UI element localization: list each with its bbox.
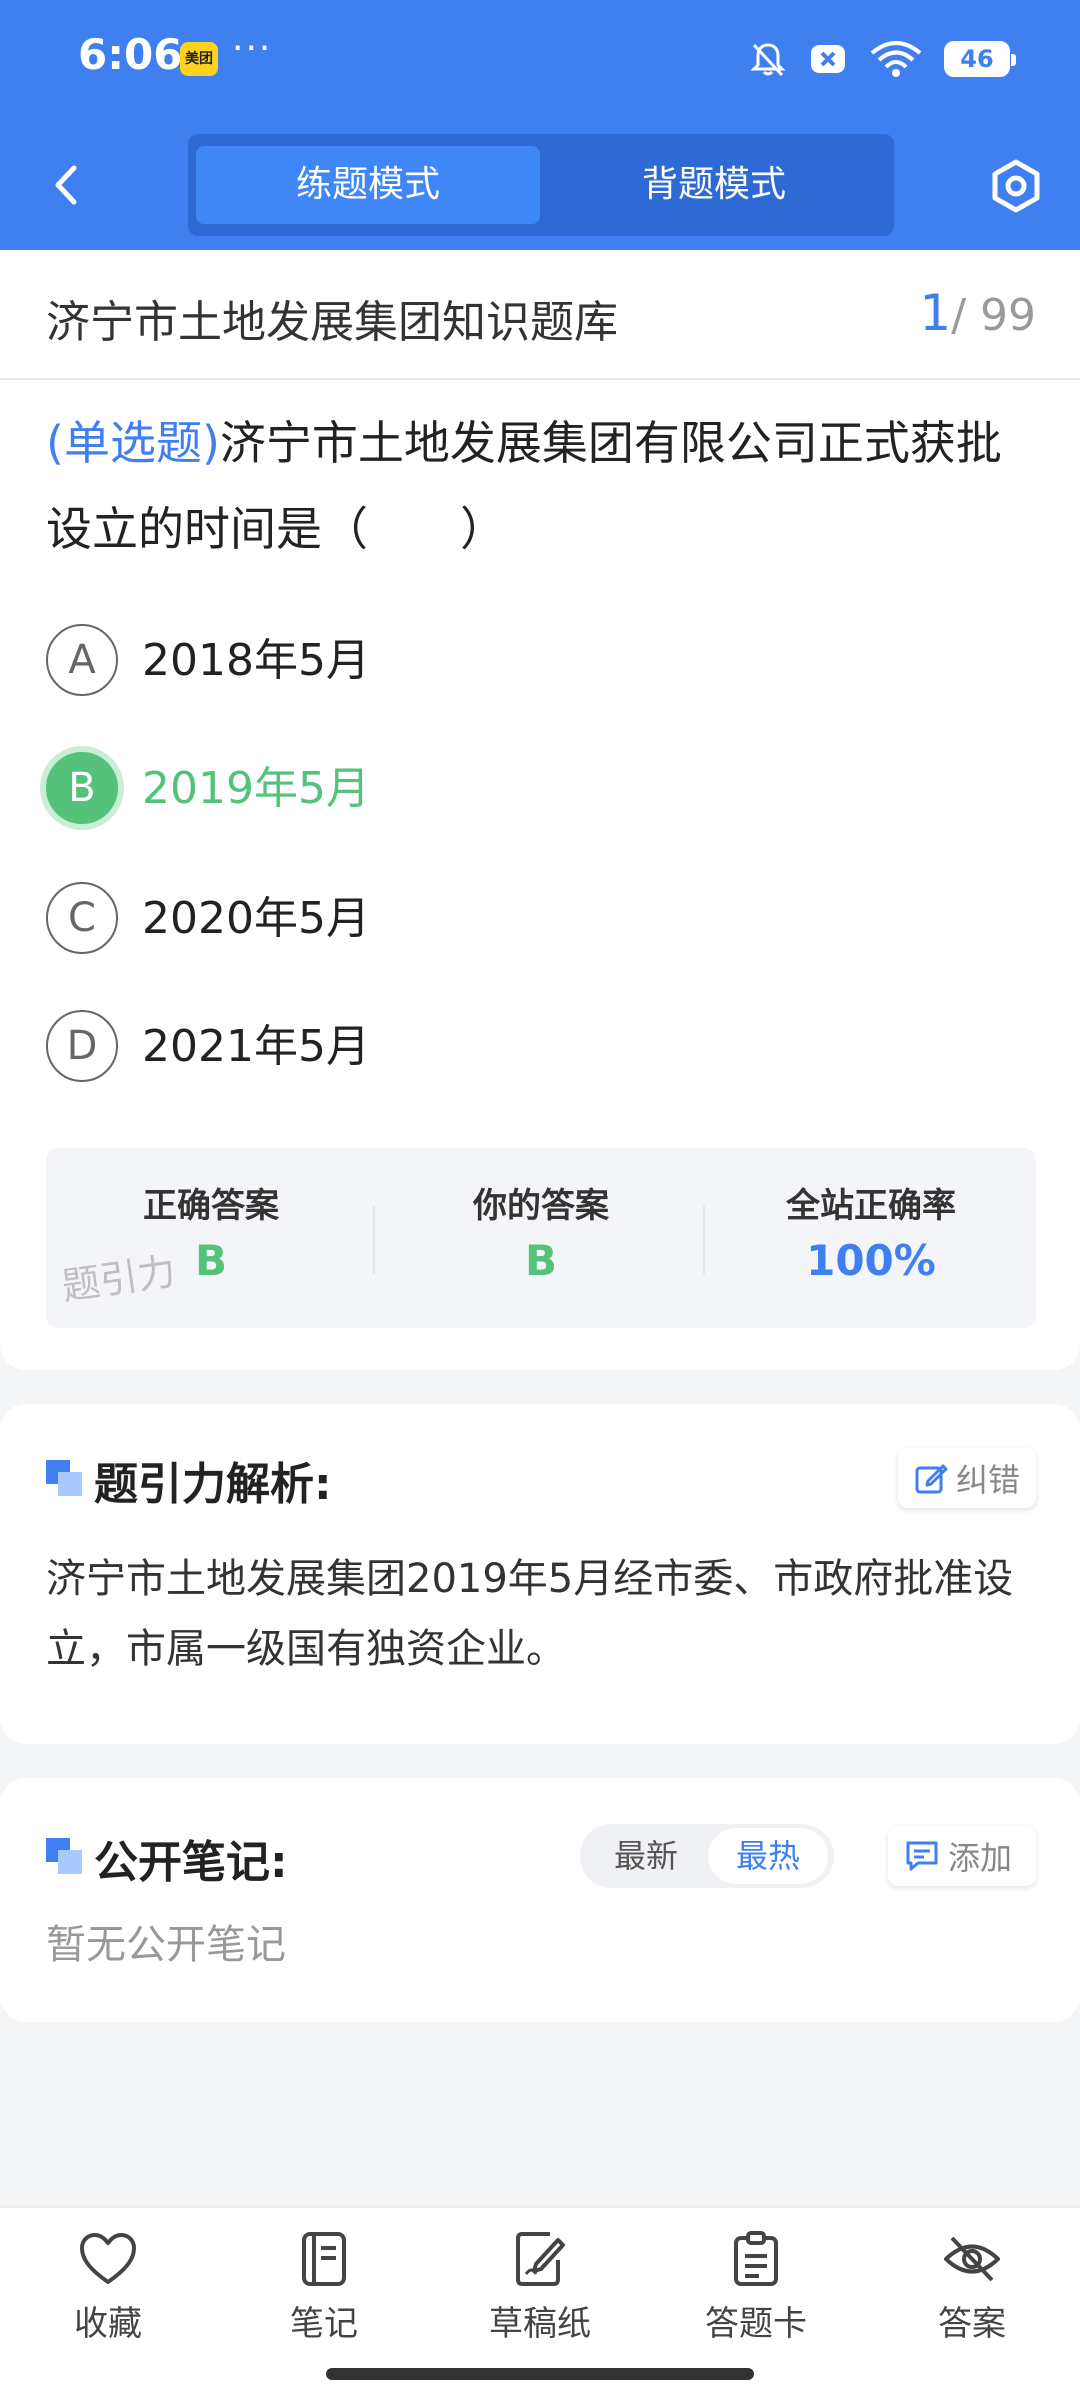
your-answer-label: 你的答案 xyxy=(473,1186,609,1226)
total-questions: / 99 xyxy=(951,290,1036,341)
option-text: 2020年5月 xyxy=(142,893,370,944)
report-error-button[interactable]: 纠错 xyxy=(898,1448,1036,1508)
analysis-title: 题引力解析: xyxy=(94,1459,332,1510)
status-time: 6:06 xyxy=(78,30,183,79)
accuracy-col: 全站正确率 100% xyxy=(706,1148,1036,1328)
notes-label: 笔记 xyxy=(290,2304,358,2344)
section-icon xyxy=(46,1460,84,1498)
answer-sheet-button[interactable]: 答题卡 xyxy=(676,2230,836,2360)
comment-icon xyxy=(906,1841,938,1871)
sort-hot-tab[interactable]: 最热 xyxy=(708,1828,828,1884)
sort-latest-tab[interactable]: 最新 xyxy=(586,1828,706,1884)
wifi-icon xyxy=(870,41,922,77)
option-text: 2021年5月 xyxy=(142,1021,370,1072)
mode-switch: 练题模式 背题模式 xyxy=(188,134,894,236)
accuracy-value: 100% xyxy=(806,1236,936,1285)
draft-paper-button[interactable]: 草稿纸 xyxy=(460,2230,620,2360)
option-d[interactable]: D 2021年5月 xyxy=(46,1010,946,1086)
public-notes-card xyxy=(0,1778,1080,2022)
meituan-notification-icon: 美团 xyxy=(180,42,218,76)
status-bar: 6:06 美团 ··· 46 xyxy=(0,0,1080,118)
favorite-button[interactable]: 收藏 xyxy=(28,2230,188,2360)
column-divider xyxy=(703,1206,705,1274)
draft-paper-icon xyxy=(516,2232,565,2286)
accuracy-label: 全站正确率 xyxy=(786,1186,956,1226)
battery-icon: 46 xyxy=(944,41,1016,77)
option-letter: D xyxy=(46,1010,118,1082)
correct-answer-label: 正确答案 xyxy=(143,1186,279,1226)
status-icons: 46 xyxy=(748,36,1016,82)
add-note-label: 添加 xyxy=(948,1839,1013,1877)
option-a[interactable]: A 2018年5月 xyxy=(46,624,946,700)
notes-sort-switch: 最新 最热 xyxy=(580,1824,834,1888)
option-letter: B xyxy=(46,752,118,824)
show-answer-label: 答案 xyxy=(938,2304,1006,2344)
option-letter: A xyxy=(46,624,118,696)
question-counter: 1/ 99 xyxy=(919,284,1036,342)
option-b[interactable]: B 2019年5月 xyxy=(46,752,946,828)
favorite-label: 收藏 xyxy=(74,2304,142,2344)
answer-sheet-label: 答题卡 xyxy=(705,2304,807,2344)
your-answer-value: B xyxy=(524,1236,557,1285)
show-answer-button[interactable]: 答案 xyxy=(892,2230,1052,2360)
section-icon xyxy=(46,1838,84,1876)
app-header: 6:06 美团 ··· 46 练题模式 背题模式 xyxy=(0,0,1080,250)
settings-icon[interactable] xyxy=(988,158,1044,214)
analysis-text: 济宁市土地发展集团2019年5月经市委、市政府批准设立，市属一级国有独资企业。 xyxy=(46,1556,1014,1672)
tab-memorize-mode[interactable]: 背题模式 xyxy=(542,146,886,224)
notebook-icon xyxy=(302,2232,346,2286)
notes-title: 公开笔记: xyxy=(94,1837,288,1888)
divider xyxy=(0,378,1080,380)
heart-icon xyxy=(80,2233,136,2284)
your-answer-col: 你的答案 B xyxy=(376,1148,706,1328)
empty-notes-text: 暂无公开笔记 xyxy=(46,1922,286,1968)
column-divider xyxy=(373,1206,375,1274)
question-type: (单选题) xyxy=(46,416,220,470)
question-text: (单选题)济宁市土地发展集团有限公司正式获批设立的时间是（ ） xyxy=(46,400,1036,572)
tab-practice-mode[interactable]: 练题模式 xyxy=(196,146,540,224)
answer-sheet-icon xyxy=(734,2231,778,2286)
option-c[interactable]: C 2020年5月 xyxy=(46,882,946,958)
answer-summary: 正确答案 B 你的答案 B 全站正确率 100% xyxy=(46,1148,1036,1328)
notes-button[interactable]: 笔记 xyxy=(244,2230,404,2360)
draft-paper-label: 草稿纸 xyxy=(489,2304,591,2344)
option-text: 2019年5月 xyxy=(142,763,370,814)
current-question-number: 1 xyxy=(919,284,952,342)
option-text: 2018年5月 xyxy=(142,635,370,686)
bank-title: 济宁市土地发展集团知识题库 xyxy=(46,297,618,348)
edit-icon xyxy=(915,1464,948,1494)
option-letter: C xyxy=(46,882,118,954)
add-note-button[interactable]: 添加 xyxy=(888,1826,1036,1886)
report-error-label: 纠错 xyxy=(956,1461,1021,1499)
sim-off-icon xyxy=(811,45,845,73)
home-indicator xyxy=(326,2368,754,2380)
eye-off-icon xyxy=(944,2236,1000,2282)
more-notifications-icon: ··· xyxy=(232,28,273,69)
bell-off-icon xyxy=(750,43,786,77)
back-arrow-icon[interactable] xyxy=(46,160,86,210)
